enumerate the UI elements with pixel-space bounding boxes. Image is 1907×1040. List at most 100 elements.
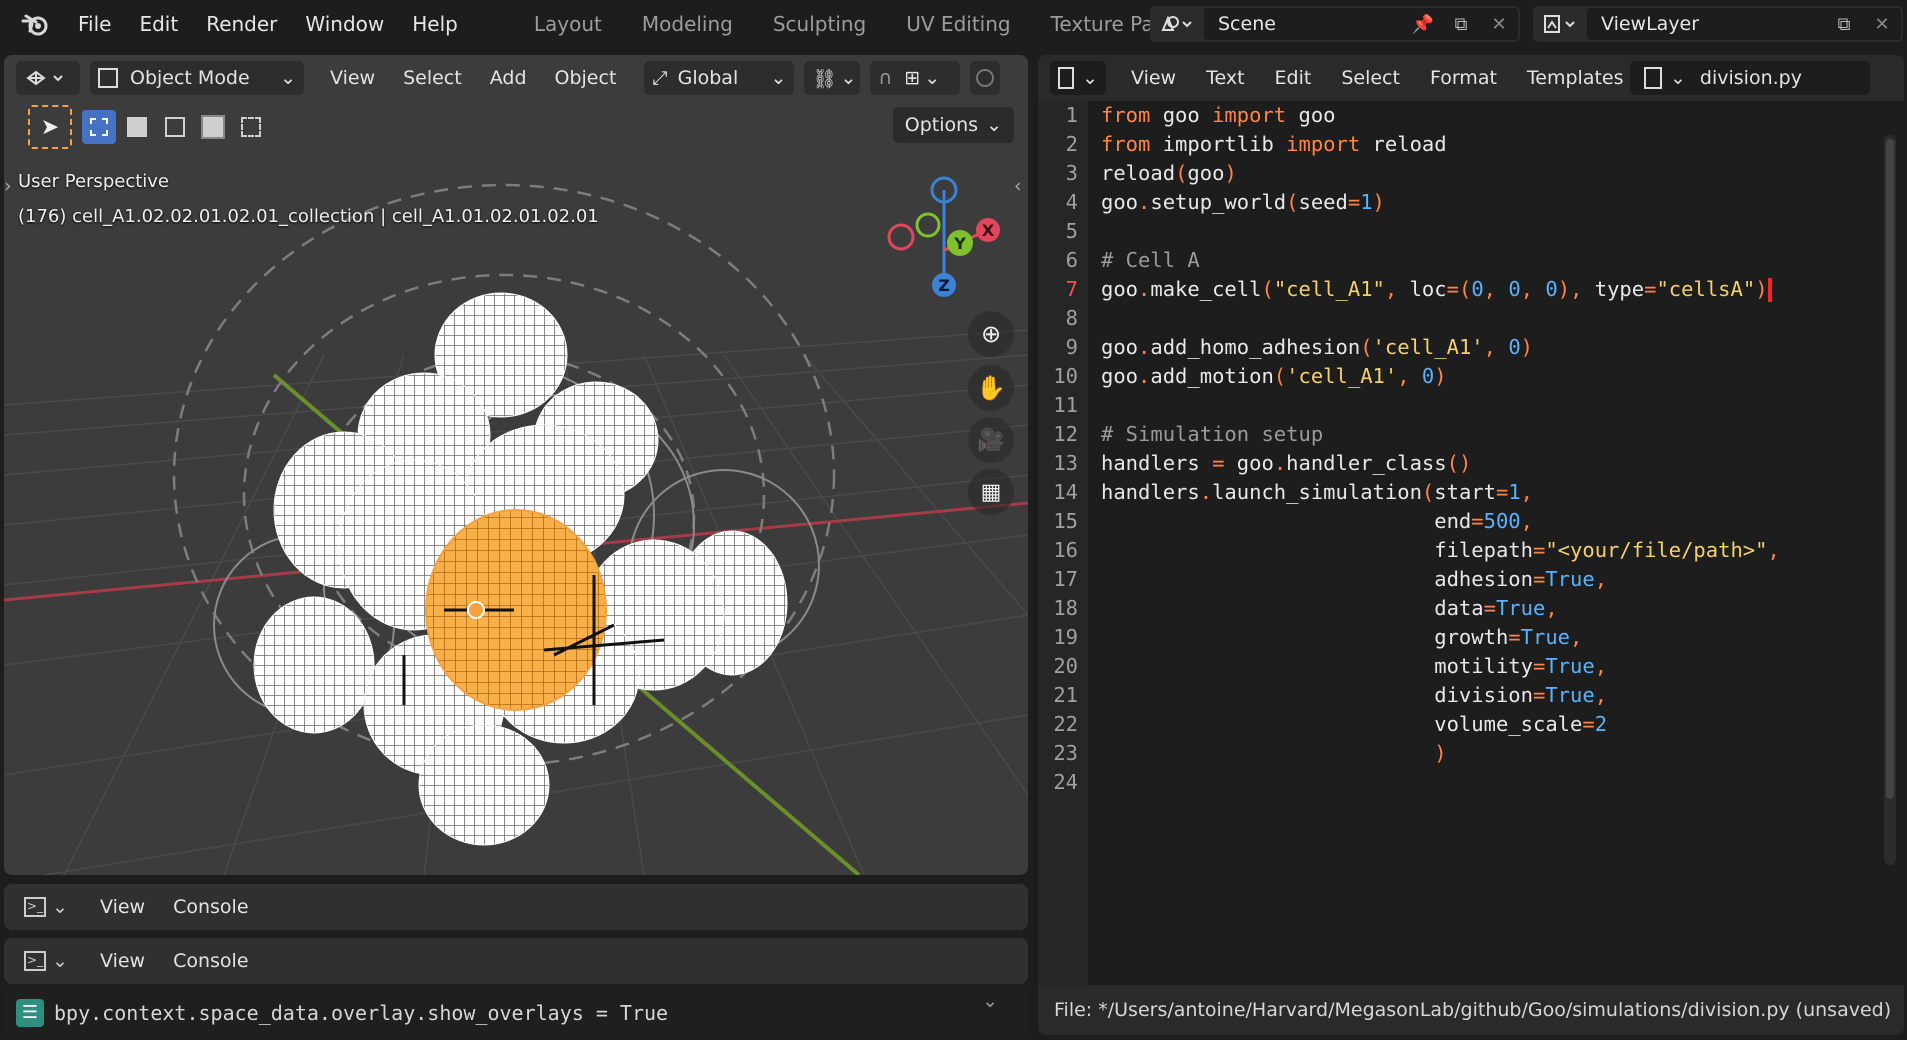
editor-menu-text[interactable]: Text [1191,67,1259,89]
select-subtract-button[interactable] [158,110,192,144]
console-view-menu[interactable]: View [86,896,159,918]
sidebar-toggle[interactable]: ‹ [1014,175,1022,197]
close-view-layer-icon[interactable]: ✕ [1863,8,1901,40]
3d-viewport[interactable]: Object Mode ⌄ View Select Add Object ⤢ Glob… [4,55,1028,875]
navigation-gizmo[interactable]: X Y Z [864,155,1014,305]
line-number: 24 [1053,770,1078,794]
text-editor[interactable]: ⌄ View Text Edit Select Format Templates ⌄ di… [1038,55,1904,1035]
scene-icon[interactable] [1150,6,1202,42]
scene-selector[interactable]: Scene 📌 ⧉ ✕ [1150,6,1520,42]
viewport-menu-add[interactable]: Add [476,67,541,89]
code-text[interactable]: goo.add_homo_adhesion('cell_A1', 0) [1101,333,1533,362]
code-text[interactable]: adhesion=True, [1101,565,1607,594]
link-icon: ⛓ [812,67,837,90]
code-text[interactable]: handlers = goo.handler_class() [1101,449,1471,478]
new-view-layer-icon[interactable]: ⧉ [1825,8,1863,40]
perspective-toggle-button[interactable]: ▦ [968,469,1014,515]
editor-menu-select[interactable]: Select [1326,67,1415,89]
editor-type-button[interactable] [16,61,80,95]
pin-icon[interactable]: 📌 [1404,8,1442,40]
workspace-tab-sculpting[interactable]: Sculpting [753,0,886,53]
mode-selector[interactable]: Object Mode ⌄ [90,61,304,95]
code-text[interactable]: handlers.launch_simulation(start=1, [1101,478,1533,507]
menu-edit[interactable]: Edit [125,0,192,48]
line-number: 21 [1053,683,1078,707]
code-line: 23 ) [1038,739,1878,768]
console-editor-type-button[interactable]: >_ ⌄ [18,944,74,978]
toolbar-toggle[interactable]: › [4,175,12,197]
zoom-button[interactable]: ⊕ [968,311,1014,357]
code-area[interactable]: 1 from goo import goo 2 from importlib impo… [1038,101,1878,985]
code-text[interactable]: division=True, [1101,681,1607,710]
select-new-button[interactable] [82,110,116,144]
select-intersect-button[interactable] [234,110,268,144]
code-text[interactable]: motility=True, [1101,652,1607,681]
line-number: 19 [1053,625,1078,649]
menu-file[interactable]: File [64,0,125,48]
console-output-line: bpy.context.space_data.overlay.show_over… [54,1000,669,1025]
code-text[interactable]: reload(goo) [1101,159,1237,188]
scene-name[interactable]: Scene [1218,13,1404,35]
scrollbar-thumb[interactable] [1886,139,1894,799]
code-text[interactable]: growth=True, [1101,623,1582,652]
view-layer-icon[interactable] [1533,6,1585,42]
code-text[interactable]: from goo import goo [1101,101,1336,130]
view-layer-name[interactable]: ViewLayer [1601,13,1825,35]
menu-render[interactable]: Render [192,0,291,48]
code-text[interactable]: ) [1101,739,1446,768]
code-text[interactable]: end=500, [1101,507,1533,536]
code-text[interactable]: volume_scale=2 [1101,710,1607,739]
code-text[interactable]: goo.make_cell("cell_A1", loc=(0, 0, 0), … [1101,275,1772,304]
workspace-tab-modeling[interactable]: Modeling [622,0,753,53]
close-scene-icon[interactable]: ✕ [1480,8,1518,40]
pan-button[interactable]: ✋ [968,365,1014,411]
text-file-selector[interactable]: ⌄ division.py [1630,61,1870,95]
editor-menu-templates[interactable]: Templates [1512,67,1639,89]
code-text[interactable]: goo.setup_world(seed=1) [1101,188,1385,217]
editor-type-button[interactable]: ⌄ [1050,61,1106,95]
options-dropdown[interactable]: Options ⌄ [892,107,1014,143]
code-text[interactable]: # Simulation setup [1101,420,1323,449]
code-text[interactable]: data=True, [1101,594,1557,623]
proportional-edit-toggle[interactable] [970,61,1001,95]
viewport-menu-object[interactable]: Object [541,67,631,89]
console-output[interactable]: ☰ bpy.context.space_data.overlay.show_ov… [4,990,1028,1035]
select-extend-button[interactable] [120,110,154,144]
view-layer-selector[interactable]: ViewLayer ⧉ ✕ [1533,6,1903,42]
options-label: Options [904,114,979,136]
menu-window[interactable]: Window [291,0,398,48]
transform-orientation-selector[interactable]: ⤢ Global ⌄ [644,61,795,95]
editor-menu-format[interactable]: Format [1415,67,1512,89]
console-editor-type-button[interactable]: >_ ⌄ [18,890,74,924]
code-text[interactable]: goo.add_motion('cell_A1', 0) [1101,362,1447,391]
line-number: 15 [1053,509,1078,533]
editor-menu-edit[interactable]: Edit [1260,67,1327,89]
editor-menu-view[interactable]: View [1116,67,1191,89]
line-number: 12 [1053,422,1078,446]
code-text[interactable]: filepath="<your/file/path>", [1101,536,1780,565]
new-scene-icon[interactable]: ⧉ [1442,8,1480,40]
workspace-tab-layout[interactable]: Layout [514,0,622,53]
camera-view-button[interactable]: 🎥 [968,417,1014,463]
console-view-menu[interactable]: View [86,950,159,972]
workspace-tab-uv-editing[interactable]: UV Editing [886,0,1030,53]
viewport-menu-select[interactable]: Select [389,67,476,89]
blender-logo-icon[interactable] [20,9,50,39]
z-axis-label: Z [938,276,950,295]
snap-toggle[interactable]: ∩ ⊞ ⌄ [870,61,961,95]
viewport-menu-view[interactable]: View [316,67,389,89]
code-line: 9 goo.add_homo_adhesion('cell_A1', 0) [1038,333,1878,362]
select-invert-button[interactable] [196,110,230,144]
code-text[interactable]: # Cell A [1101,246,1200,275]
cursor-arrow-icon: ➤ [40,114,60,140]
chevron-down-icon: ⌄ [280,67,296,89]
scrollbar[interactable] [1884,135,1896,865]
select-tools: ➤ [28,105,268,149]
select-tool-button[interactable]: ➤ [28,105,72,149]
code-text[interactable]: from importlib import reload [1101,130,1447,159]
console-console-menu[interactable]: Console [159,950,262,972]
menu-help[interactable]: Help [398,0,472,48]
chevron-down-icon[interactable]: ⌄ [982,990,998,1012]
console-console-menu[interactable]: Console [159,896,262,918]
pivot-selector[interactable]: ⛓ ⌄ [804,61,861,95]
